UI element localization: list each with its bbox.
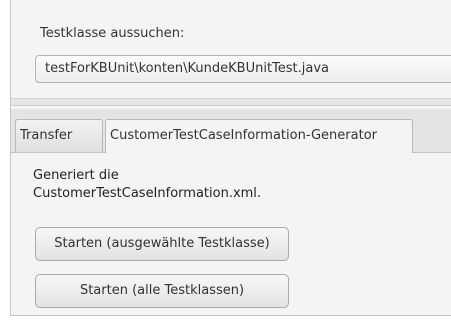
testclass-selection-pane: Testklasse aussuchen: testForKBUnit\kont… xyxy=(11,0,451,97)
testclass-combobox[interactable]: testForKBUnit\konten\KundeKBUnitTest.jav… xyxy=(35,55,451,83)
app-window: Testklasse aussuchen: testForKBUnit\kont… xyxy=(10,0,451,316)
testclass-selected-value: testForKBUnit\konten\KundeKBUnitTest.jav… xyxy=(45,61,330,76)
tab-customer-testcase-generator[interactable]: CustomerTestCaseInformation-Generator xyxy=(105,119,413,153)
description-line-1: Generiert die xyxy=(33,168,119,183)
tab-header: Transfer CustomerTestCaseInformation-Gen… xyxy=(11,109,451,153)
generator-panel: Generiert die CustomerTestCaseInformatio… xyxy=(11,153,451,315)
testclass-label: Testklasse aussuchen: xyxy=(40,26,185,41)
split-pane-divider[interactable] xyxy=(11,98,451,106)
description-line-2: CustomerTestCaseInformation.xml. xyxy=(33,186,262,201)
tab-generator-label: CustomerTestCaseInformation-Generator xyxy=(110,128,377,143)
start-all-testclasses-button[interactable]: Starten (alle Testklassen) xyxy=(35,274,289,308)
tab-transfer[interactable]: Transfer xyxy=(15,119,103,152)
start-selected-testclass-button[interactable]: Starten (ausgewählte Testklasse) xyxy=(35,227,289,261)
tab-transfer-label: Transfer xyxy=(20,128,73,143)
generator-description: Generiert die CustomerTestCaseInformatio… xyxy=(33,167,261,203)
